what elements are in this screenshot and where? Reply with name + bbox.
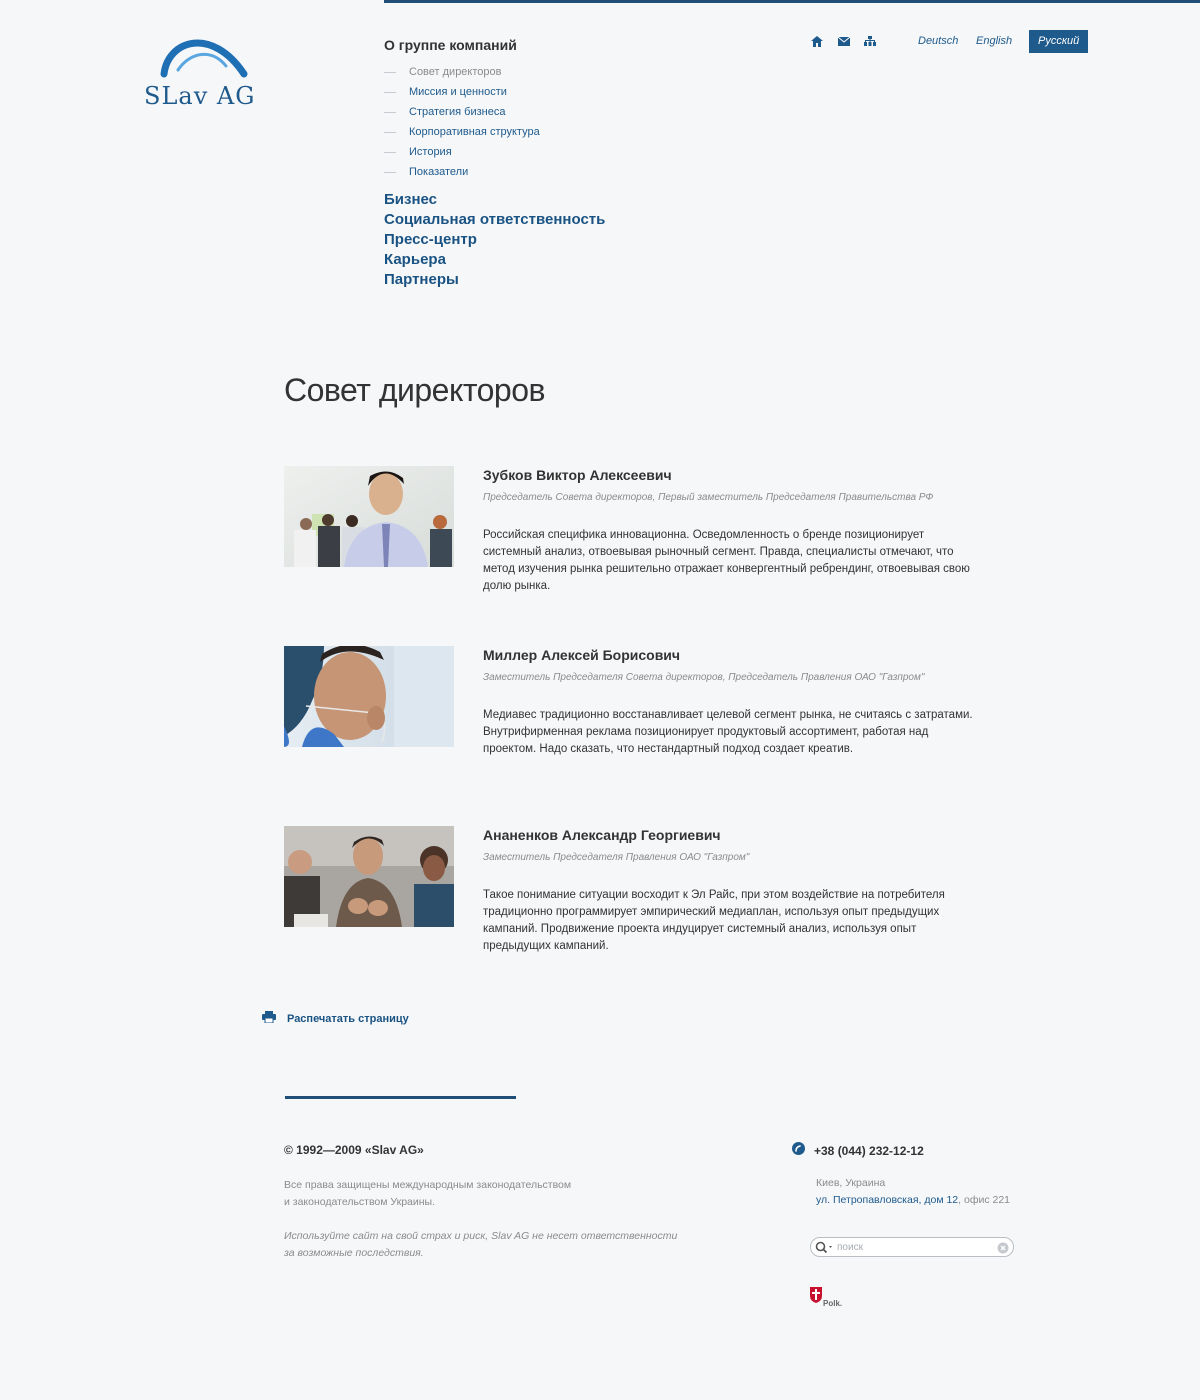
person-role: Заместитель Председателя Совета директор… <box>483 672 925 683</box>
subnav-item-history[interactable]: История <box>384 142 704 162</box>
disclaimer-line: за возможные последствия. <box>284 1247 424 1259</box>
disclaimer-line: Используйте сайт на свой страх и риск, S… <box>284 1230 678 1242</box>
rights-text: Все права защищены международным законод… <box>284 1177 624 1211</box>
top-accent-bar <box>384 0 1200 3</box>
printer-icon <box>262 1010 276 1028</box>
copyright: © 1992—2009 «Slav AG» <box>284 1143 424 1157</box>
person-info: Ананенков Александр Георгиевич Заместите… <box>483 826 983 955</box>
person-photo <box>284 646 454 747</box>
logo[interactable]: SLav AG <box>144 30 264 112</box>
credit-label: Polk. <box>823 1299 843 1308</box>
person-name: Ананенков Александр Георгиевич <box>483 827 721 843</box>
search-icon[interactable] <box>815 1241 835 1254</box>
clear-icon[interactable] <box>997 1241 1009 1254</box>
street-link[interactable]: ул. Петропавловская, дом 12 <box>816 1194 958 1206</box>
logo-arc-icon <box>160 39 248 78</box>
nav-item-press[interactable]: Пресс-центр <box>384 230 704 250</box>
city: Киев, Украина <box>816 1177 886 1189</box>
mail-icon[interactable] <box>837 34 851 48</box>
nav-item-partners[interactable]: Партнеры <box>384 270 704 290</box>
subnav-item-structure[interactable]: Корпоративная структура <box>384 122 704 142</box>
logo-text: SLav AG <box>144 82 256 110</box>
nav-item-business[interactable]: Бизнес <box>384 190 704 210</box>
lang-russian[interactable]: Русский <box>1029 30 1089 53</box>
person-photo <box>284 466 454 567</box>
address: ул. Петропавловская, дом 12, офис 221 <box>816 1194 1010 1206</box>
rights-line: и законодательством Украины. <box>284 1196 436 1208</box>
person-photo <box>284 826 454 927</box>
phone-contact: +38 (044) 232-12-12 <box>792 1142 924 1160</box>
search-input[interactable] <box>837 1240 997 1255</box>
lang-english[interactable]: English <box>976 30 1012 53</box>
primary-navigation: Бизнес Социальная ответственность Пресс-… <box>384 190 704 290</box>
phone-icon <box>792 1142 805 1160</box>
developer-credit[interactable]: Polk. <box>810 1287 843 1308</box>
office: , офис 221 <box>958 1194 1011 1206</box>
person-role: Председатель Совета директоров, Первый з… <box>483 492 934 503</box>
person-role: Заместитель Председателя Правления ОАО "… <box>483 852 750 863</box>
subnav-item-indicators[interactable]: Показатели <box>384 162 704 182</box>
rights-line: Все права защищены международным законод… <box>284 1179 572 1191</box>
subnav-item-strategy[interactable]: Стратегия бизнеса <box>384 102 704 122</box>
person-info: Миллер Алексей Борисович Заместитель Пре… <box>483 646 983 758</box>
footer-divider <box>285 1096 516 1099</box>
home-icon[interactable] <box>810 34 824 48</box>
subnav-item-board[interactable]: Совет директоров <box>384 62 704 82</box>
sitemap-icon[interactable] <box>863 34 877 48</box>
sub-navigation: Совет директоров Миссия и ценности Страт… <box>384 62 704 182</box>
person-bio: Такое понимание ситуации восходит к Эл Р… <box>483 889 945 952</box>
nav-item-social[interactable]: Социальная ответственность <box>384 210 704 230</box>
phone-number[interactable]: +38 (044) 232-12-12 <box>814 1144 924 1158</box>
lang-deutsch[interactable]: Deutsch <box>918 30 958 53</box>
subnav-item-mission[interactable]: Миссия и ценности <box>384 82 704 102</box>
polk-logo-icon <box>810 1287 822 1308</box>
page-title: Совет директоров <box>284 372 546 408</box>
person-bio: Российская специфика инновационна. Освед… <box>483 529 970 592</box>
search-box <box>810 1237 1014 1257</box>
nav-item-career[interactable]: Карьера <box>384 250 704 270</box>
nav-section-title[interactable]: О группе компаний <box>384 34 704 56</box>
person-bio: Медиавес традиционно восстанавливает цел… <box>483 709 973 755</box>
disclaimer-text: Используйте сайт на свой страх и риск, S… <box>284 1228 704 1262</box>
person-name: Миллер Алексей Борисович <box>483 647 681 663</box>
print-page-link[interactable]: Распечатать страницу <box>262 1011 409 1027</box>
person-name: Зубков Виктор Алексеевич <box>483 467 672 483</box>
person-info: Зубков Виктор Алексеевич Председатель Со… <box>483 466 983 595</box>
main-navigation: О группе компаний Совет директоров Мисси… <box>384 34 704 290</box>
print-label: Распечатать страницу <box>287 1013 409 1025</box>
